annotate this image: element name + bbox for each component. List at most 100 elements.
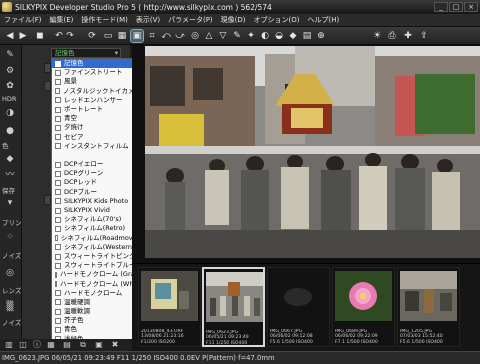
lens-icon[interactable]: ◎ bbox=[3, 267, 17, 279]
style-option[interactable]: 風景 bbox=[52, 77, 141, 86]
paste-icon[interactable]: ▣ bbox=[94, 340, 104, 350]
grid-view-icon[interactable]: ▦ bbox=[116, 30, 128, 42]
style-option[interactable]: DCPレッド bbox=[52, 178, 141, 187]
style-option[interactable]: ハードモノクローム bbox=[52, 289, 141, 298]
style-option[interactable]: SILKYPIX Vivid bbox=[52, 206, 141, 215]
sharpen-icon[interactable]: ◆ bbox=[3, 153, 17, 165]
rotate-left-icon[interactable]: ⤺ bbox=[160, 30, 172, 42]
style-option[interactable]: 記憶色 bbox=[52, 59, 141, 69]
param-slider-handle[interactable] bbox=[44, 63, 51, 73]
style-option[interactable]: ハードモノクローム (Gray T bbox=[52, 270, 141, 279]
style-option[interactable]: シネフィルム(Western) bbox=[52, 243, 141, 252]
export-icon[interactable]: ⇪ bbox=[418, 30, 430, 42]
style-option[interactable]: レッドエンハンサー bbox=[52, 96, 141, 105]
style-option[interactable]: ファインストリート bbox=[52, 68, 141, 77]
style-dropdown-list[interactable]: 記憶色 ファインストリート 風景 ノスタルジックトイカメラ レッドエンハンサー … bbox=[51, 58, 142, 351]
preview-photo[interactable] bbox=[145, 46, 480, 258]
redo-icon[interactable]: ↷ bbox=[64, 30, 76, 42]
style-icon bbox=[55, 161, 61, 168]
spot-icon[interactable]: ◎ bbox=[189, 30, 201, 42]
zoom-in-icon[interactable]: ⊕ bbox=[315, 30, 327, 42]
style-option[interactable]: セピア bbox=[52, 133, 141, 142]
gear-icon[interactable]: ⚙ bbox=[3, 65, 17, 77]
style-icon bbox=[55, 225, 61, 232]
thumbnail-card-selected[interactable]: IMG_0623.JPG 06/05/21 09:23:49 F11 1/250… bbox=[202, 267, 265, 347]
taste-style-select[interactable]: 記憶色 ▾ bbox=[51, 48, 121, 58]
color-pick-icon[interactable]: ✎ bbox=[231, 30, 243, 42]
compare-view-icon[interactable]: ▣ bbox=[130, 29, 144, 43]
exposure-icon[interactable]: ◑ bbox=[3, 107, 17, 119]
chart-icon[interactable]: ▤ bbox=[62, 340, 72, 350]
tone-curve-icon[interactable]: 〰 bbox=[3, 169, 17, 181]
style-option[interactable]: スウィートライトブルー bbox=[52, 261, 141, 270]
style-option[interactable]: SILKYPIX Kids Photo bbox=[52, 197, 141, 206]
style-option[interactable]: 温暖軟調 bbox=[52, 307, 141, 316]
param-slider-handle[interactable] bbox=[44, 195, 51, 205]
style-option[interactable]: 青色 bbox=[52, 325, 141, 334]
batch-icon[interactable]: ▤ bbox=[301, 30, 313, 42]
thumbnail-card[interactable]: IMG_0667.JPG 06/06/02 09:12:08 F5.6 1/50… bbox=[267, 267, 330, 347]
delete-icon[interactable]: ✖ bbox=[110, 340, 120, 350]
menu-options[interactable]: オプション(O) bbox=[250, 15, 304, 25]
menu-develop[interactable]: 現像(D) bbox=[217, 15, 250, 25]
thumbnail-card[interactable]: IMG_1205.JPG 07/03/03 15:52:40 F5.6 1/50… bbox=[397, 267, 460, 347]
white-balance-icon[interactable]: ✦ bbox=[245, 30, 257, 42]
style-option[interactable]: ポートレート bbox=[52, 105, 141, 114]
style-icon bbox=[55, 198, 61, 205]
camera-icon[interactable]: ◼ bbox=[34, 30, 46, 42]
save-icon[interactable]: ▾ bbox=[3, 197, 17, 209]
wrench-icon[interactable]: ✎ bbox=[3, 49, 17, 61]
festival-photo bbox=[145, 46, 480, 258]
back-icon[interactable]: ◀ bbox=[4, 30, 16, 42]
shadow-warning-icon[interactable]: ▽ bbox=[217, 30, 229, 42]
style-option[interactable]: ノスタルジックトイカメラ bbox=[52, 87, 141, 96]
style-option[interactable]: シネフィルム(Retro) bbox=[52, 224, 141, 233]
single-view-icon[interactable]: ▭ bbox=[102, 30, 114, 42]
menu-help[interactable]: ヘルプ(H) bbox=[304, 15, 344, 25]
highlight-warning-icon[interactable]: △ bbox=[203, 30, 215, 42]
copy-icon[interactable]: ⧉ bbox=[78, 340, 88, 350]
style-option[interactable]: 夕焼け bbox=[52, 123, 141, 132]
style-option[interactable]: ハードモノクローム (White bbox=[52, 280, 141, 289]
noise-reduction-icon[interactable]: ▒ bbox=[3, 301, 17, 313]
style-option[interactable]: DCPイエロー bbox=[52, 160, 141, 169]
style-option[interactable]: DCPブルー bbox=[52, 188, 141, 197]
info-icon[interactable]: ⓘ bbox=[32, 340, 42, 350]
menu-mode[interactable]: 操作モード(M) bbox=[77, 15, 132, 25]
style-option[interactable]: 温暖硬調 bbox=[52, 298, 141, 307]
close-button[interactable]: × bbox=[464, 2, 478, 12]
gray-balance-icon[interactable]: ◐ bbox=[259, 30, 271, 42]
flower-icon[interactable]: ✿ bbox=[3, 80, 17, 92]
style-option[interactable]: 青空 bbox=[52, 114, 141, 123]
style-option[interactable]: スウィートライトピンク bbox=[52, 252, 141, 261]
develop-icon[interactable]: ◆ bbox=[287, 30, 299, 42]
style-option[interactable]: シネフィルム(70's) bbox=[52, 215, 141, 224]
style-option[interactable]: インスタントフィルム bbox=[52, 142, 141, 151]
maximize-button[interactable]: □ bbox=[449, 2, 463, 12]
thumbnail-card[interactable]: 20130808_43.ORF 13/08/06 21:23:16 F1/200… bbox=[138, 267, 201, 347]
style-option[interactable]: シネフィルム(Roadmovie) bbox=[52, 234, 141, 243]
navigator-icon[interactable]: ◫ bbox=[18, 340, 28, 350]
minimize-button[interactable]: _ bbox=[434, 2, 448, 12]
param-slider-handle[interactable] bbox=[44, 81, 51, 91]
noise-icon[interactable]: ⁘ bbox=[3, 231, 17, 243]
color-icon[interactable]: ● bbox=[3, 125, 17, 137]
menu-file[interactable]: ファイル(F) bbox=[0, 15, 46, 25]
menu-parameters[interactable]: パラメータ(P) bbox=[164, 15, 216, 25]
style-icon bbox=[55, 180, 61, 187]
tone-icon[interactable]: ◒ bbox=[273, 30, 285, 42]
menu-edit[interactable]: 編集(E) bbox=[46, 15, 78, 25]
plugin-icon[interactable]: ✚ bbox=[402, 30, 414, 42]
histogram-icon[interactable]: ▥ bbox=[4, 340, 14, 350]
hdr-label: HDR bbox=[2, 95, 17, 103]
style-option[interactable]: DCPグリーン bbox=[52, 169, 141, 178]
print-icon[interactable]: ⎙ bbox=[386, 30, 398, 42]
crop-icon[interactable]: ⌗ bbox=[146, 30, 158, 42]
forward-icon[interactable]: ▶ bbox=[17, 30, 29, 42]
sun-icon[interactable]: ☀ bbox=[371, 30, 383, 42]
grid-icon[interactable]: ▦ bbox=[46, 340, 56, 350]
thumbnail-card[interactable]: IMG_0689.JPG 06/06/02 09:22:09 F7.1 1/50… bbox=[332, 267, 395, 347]
rotate-right-icon[interactable]: ⤻ bbox=[174, 30, 186, 42]
refresh-icon[interactable]: ⟳ bbox=[86, 30, 98, 42]
menu-view[interactable]: 表示(V) bbox=[132, 15, 164, 25]
